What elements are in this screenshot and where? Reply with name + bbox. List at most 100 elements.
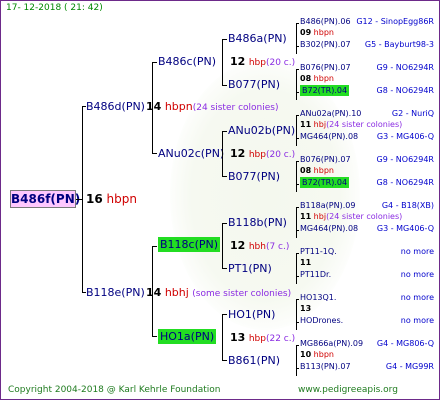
gen4-node[interactable]: MG464(PN).08 bbox=[300, 133, 358, 141]
connector bbox=[152, 62, 153, 154]
gen4-node[interactable]: B118a(PN).09 bbox=[300, 202, 355, 210]
gen4-unit: hbpn bbox=[311, 28, 334, 37]
gen4-unit: hbj bbox=[311, 120, 327, 129]
connector bbox=[222, 314, 227, 315]
gen2-num-1: 12 bbox=[230, 55, 246, 68]
gen1-num-1: 14 bbox=[146, 100, 162, 113]
gen4-note: (24 sister colonies) bbox=[326, 120, 403, 129]
gen4-unit: hbpn bbox=[311, 166, 334, 175]
gen2-node-2[interactable]: ANu02c(PN) bbox=[158, 148, 224, 159]
gen4-unit: hbj bbox=[311, 212, 327, 221]
connector bbox=[296, 184, 299, 185]
gen3-node-5[interactable]: B118b(PN) bbox=[228, 217, 287, 228]
connector bbox=[222, 223, 227, 224]
gen4-unit: hbpn bbox=[311, 350, 334, 359]
gen1-unit-2: hbhj bbox=[164, 286, 189, 299]
gen4-origin: no more bbox=[400, 270, 434, 279]
gen4-node[interactable]: B076(PN).07 bbox=[300, 156, 351, 164]
gen2-note-4: (22 c.) bbox=[265, 334, 296, 344]
connector bbox=[152, 246, 157, 247]
gen4-origin: G9 - NO6294R bbox=[376, 155, 434, 164]
gen4-origin: G3 - MG406-Q bbox=[376, 224, 434, 233]
connector bbox=[222, 176, 227, 177]
gen4-node[interactable]: B486(PN).06 bbox=[300, 18, 351, 26]
connector bbox=[296, 69, 299, 70]
connector bbox=[222, 131, 223, 177]
gen3-node-2[interactable]: B077(PN) bbox=[228, 79, 280, 90]
connector bbox=[296, 92, 299, 93]
gen1-node-1[interactable]: B486d(PN) bbox=[86, 101, 145, 112]
gen4-origin: G5 - Bayburt98-3 bbox=[364, 40, 434, 49]
gen3-node-8[interactable]: B861(PN) bbox=[228, 355, 280, 366]
gen3-node-3[interactable]: ANu02b(PN) bbox=[228, 125, 295, 136]
gen4-node[interactable]: B72(TR).04 bbox=[300, 177, 350, 188]
gen2-info-4: 13 hbp(22 c.) bbox=[230, 332, 295, 344]
gen4-num: 09 bbox=[300, 28, 312, 37]
gen2-node-3[interactable]: B118c(PN) bbox=[158, 237, 221, 252]
connector bbox=[296, 161, 299, 162]
connector bbox=[222, 223, 223, 269]
gen2-node-4[interactable]: HO1a(PN) bbox=[158, 329, 217, 344]
gen4-node[interactable]: B076(PN).07 bbox=[300, 64, 351, 72]
gen4-node[interactable]: PT11Dr. bbox=[300, 271, 331, 279]
gen4-node[interactable]: B302(PN).07 bbox=[300, 41, 351, 49]
gen3-node-1[interactable]: B486a(PN) bbox=[228, 33, 287, 44]
gen4-node[interactable]: B113(PN).07 bbox=[300, 363, 351, 371]
gen4-node[interactable]: PT11-1Q. bbox=[300, 248, 337, 256]
gen4-node[interactable]: MG464(PN).08 bbox=[300, 225, 358, 233]
gen4-origin: G2 - NuriQ bbox=[391, 109, 434, 118]
connector bbox=[296, 161, 297, 192]
gen4-node[interactable]: MG866a(PN).09 bbox=[300, 340, 363, 348]
connector bbox=[296, 276, 299, 277]
gen2-note-2: (20 c.) bbox=[265, 150, 296, 160]
gen2-unit-3: hbh bbox=[248, 242, 266, 252]
connector bbox=[296, 207, 299, 208]
gen4-origin: no more bbox=[400, 316, 434, 325]
connector bbox=[222, 360, 227, 361]
gen4-node-label: B72(TR).04 bbox=[300, 177, 350, 188]
gen3-node-4[interactable]: B077(PN) bbox=[228, 171, 280, 182]
gen4-origin: no more bbox=[400, 247, 434, 256]
connector bbox=[222, 39, 223, 86]
connector bbox=[296, 299, 297, 330]
connector bbox=[296, 253, 299, 254]
gen4-num: 08 bbox=[300, 166, 312, 175]
connector bbox=[296, 345, 299, 346]
gen4-node[interactable]: B72(TR).04 bbox=[300, 85, 350, 96]
connector bbox=[296, 138, 299, 139]
gen4-node[interactable]: HO13Q1. bbox=[300, 294, 336, 302]
connector bbox=[152, 153, 157, 154]
gen2-node-3-label: B118c(PN) bbox=[158, 237, 221, 252]
connector bbox=[296, 368, 299, 369]
gen2-unit-1: hbp bbox=[248, 58, 266, 68]
gen4-origin: G4 - B18(XB) bbox=[381, 201, 434, 210]
gen4-unit: hbpn bbox=[311, 74, 334, 83]
connector bbox=[296, 322, 299, 323]
connector bbox=[222, 314, 223, 361]
gen4-num: 11 bbox=[300, 258, 312, 267]
gen1-info-1: 14 hbpn(24 sister colonies) bbox=[146, 101, 278, 113]
root-num: 16 bbox=[86, 192, 103, 206]
gen1-node-2[interactable]: B118e(PN) bbox=[86, 287, 145, 298]
connector bbox=[296, 345, 297, 376]
gen4-info: 08 hbpn bbox=[300, 75, 334, 83]
gen3-node-7[interactable]: HO1(PN) bbox=[228, 309, 275, 320]
root-queen[interactable]: B486f(PN) bbox=[10, 190, 80, 208]
connector bbox=[296, 115, 299, 116]
site-link[interactable]: www.pedigreeapis.org bbox=[298, 386, 398, 395]
connector bbox=[152, 62, 157, 63]
gen4-node[interactable]: ANu02a(PN).10 bbox=[300, 110, 361, 118]
gen2-note-3: (7 c.) bbox=[265, 242, 290, 252]
gen2-node-1[interactable]: B486c(PN) bbox=[158, 56, 216, 67]
gen2-unit-4: hbp bbox=[248, 334, 266, 344]
gen1-note-2: (some sister colonies) bbox=[192, 289, 292, 299]
connector bbox=[222, 39, 227, 40]
gen4-info: 11 hbj(24 sister colonies) bbox=[300, 121, 402, 129]
gen4-info: 11 bbox=[300, 259, 311, 267]
timestamp: 17- 12-2018 ( 21: 42) bbox=[6, 3, 103, 13]
gen1-note-1: (24 sister colonies) bbox=[192, 103, 279, 113]
gen4-node[interactable]: HODrones. bbox=[300, 317, 343, 325]
gen2-num-2: 12 bbox=[230, 147, 246, 160]
gen3-node-6[interactable]: PT1(PN) bbox=[228, 263, 272, 274]
root-info: 16 hbpn bbox=[86, 193, 137, 205]
